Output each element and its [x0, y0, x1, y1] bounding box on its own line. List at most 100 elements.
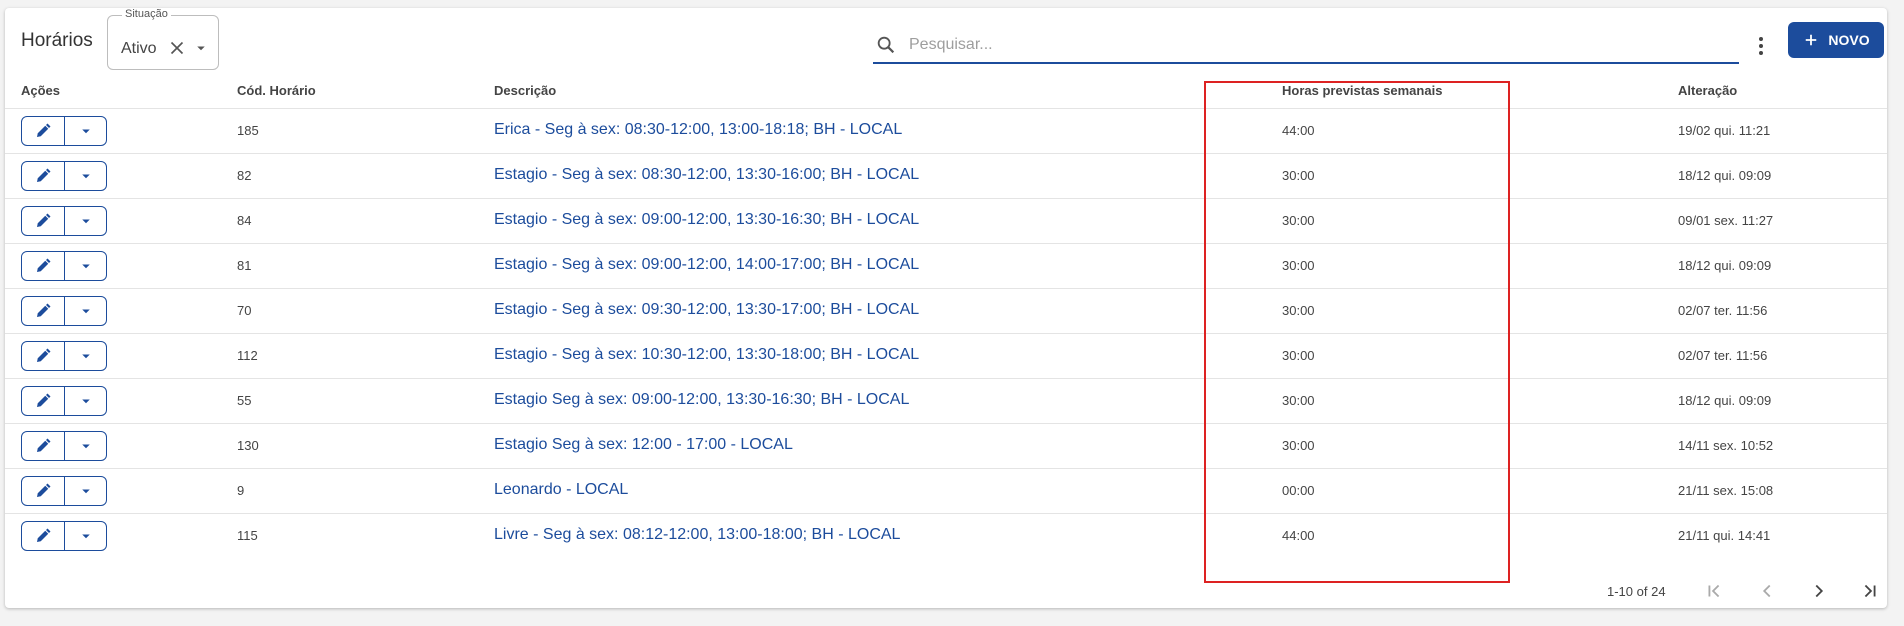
search-bar [873, 26, 1739, 64]
row-menu-button[interactable] [65, 387, 106, 415]
row-menu-button[interactable] [65, 432, 106, 460]
row-code: 9 [237, 483, 245, 498]
row-description-link[interactable]: Erica - Seg à sex: 08:30-12:00, 13:00-18… [494, 121, 902, 139]
highlight-box [1204, 81, 1510, 583]
chevron-down-icon [81, 354, 90, 359]
column-header-acoes: Ações [21, 83, 61, 98]
row-actions [21, 476, 107, 506]
row-description-link[interactable]: Estagio Seg à sex: 09:00-12:00, 13:30-16… [494, 391, 909, 409]
row-actions [21, 251, 107, 281]
next-page-icon[interactable] [1806, 578, 1832, 604]
table-row: 130 Estagio Seg à sex: 12:00 - 17:00 - LO… [5, 423, 1887, 468]
row-description-link[interactable]: Leonardo - LOCAL [494, 481, 628, 499]
row-code: 55 [237, 393, 252, 408]
row-menu-button[interactable] [65, 342, 106, 370]
chevron-down-icon [81, 129, 90, 134]
row-code: 81 [237, 258, 252, 273]
first-page-icon[interactable] [1701, 578, 1727, 604]
row-code: 112 [237, 348, 258, 363]
row-actions [21, 386, 107, 416]
row-menu-button[interactable] [65, 162, 106, 190]
pencil-icon [37, 213, 51, 227]
pencil-icon [37, 123, 51, 137]
more-options-icon[interactable] [1749, 28, 1773, 64]
row-changed: 09/01 sex. 11:27 [1678, 213, 1774, 228]
previous-page-icon[interactable] [1754, 578, 1780, 604]
plus-icon [1806, 34, 1817, 46]
pencil-icon [37, 483, 51, 497]
row-changed: 18/12 qui. 09:09 [1678, 258, 1772, 273]
row-code: 82 [237, 168, 252, 183]
table-row: 84 Estagio - Seg à sex: 09:00-12:00, 13:3… [5, 198, 1887, 243]
row-changed: 21/11 qui. 14:41 [1678, 528, 1771, 543]
column-header-codigo[interactable]: Cód. Horário [237, 83, 316, 98]
row-description-link[interactable]: Estagio - Seg à sex: 10:30-12:00, 13:30-… [494, 346, 919, 364]
column-header-descricao[interactable]: Descrição [494, 83, 556, 98]
row-changed: 18/12 qui. 09:09 [1678, 168, 1772, 183]
new-button-label: NOVO [1828, 32, 1870, 48]
search-input[interactable] [909, 32, 1709, 58]
row-description-link[interactable]: Livre - Seg à sex: 08:12-12:00, 13:00-18… [494, 526, 900, 544]
table-row: 81 Estagio - Seg à sex: 09:00-12:00, 14:0… [5, 243, 1887, 288]
chevron-down-icon [81, 309, 90, 314]
search-icon [875, 34, 897, 56]
chevron-down-icon [81, 444, 90, 449]
pencil-icon [37, 168, 51, 182]
row-changed: 19/02 qui. 11:21 [1678, 123, 1771, 138]
horarios-card: Horários Situação Ativo NOVO Ações Cód. … [5, 8, 1887, 608]
last-page-icon[interactable] [1857, 578, 1883, 604]
row-changed: 18/12 qui. 09:09 [1678, 393, 1772, 408]
chevron-down-icon [81, 399, 90, 404]
row-code: 185 [237, 123, 259, 138]
row-menu-button[interactable] [65, 477, 106, 505]
edit-button[interactable] [22, 297, 65, 325]
row-actions [21, 296, 107, 326]
table-row: 115 Livre - Seg à sex: 08:12-12:00, 13:00… [5, 513, 1887, 558]
row-actions [21, 161, 107, 191]
row-menu-button[interactable] [65, 207, 106, 235]
edit-button[interactable] [22, 162, 65, 190]
pencil-icon [37, 438, 51, 452]
chevron-down-icon [81, 489, 90, 494]
row-code: 70 [237, 303, 252, 318]
row-menu-button[interactable] [65, 297, 106, 325]
row-description-link[interactable]: Estagio Seg à sex: 12:00 - 17:00 - LOCAL [494, 436, 793, 454]
chevron-down-icon [81, 174, 90, 179]
edit-button[interactable] [22, 342, 65, 370]
row-actions [21, 206, 107, 236]
row-changed: 02/07 ter. 11:56 [1678, 303, 1768, 318]
row-description-link[interactable]: Estagio - Seg à sex: 08:30-12:00, 13:30-… [494, 166, 919, 184]
filter-legend: Situação [122, 8, 171, 20]
edit-button[interactable] [22, 522, 65, 550]
chevron-down-icon[interactable] [192, 39, 210, 57]
row-menu-button[interactable] [65, 117, 106, 145]
pencil-icon [37, 528, 51, 542]
chevron-down-icon [81, 264, 90, 269]
pagination-range: 1-10 of 24 [1607, 584, 1666, 599]
table-row: 9 Leonardo - LOCAL 00:00 21/11 sex. 15:08 [5, 468, 1887, 513]
row-description-link[interactable]: Estagio - Seg à sex: 09:30-12:00, 13:30-… [494, 301, 919, 319]
row-description-link[interactable]: Estagio - Seg à sex: 09:00-12:00, 13:30-… [494, 211, 919, 229]
edit-button[interactable] [22, 117, 65, 145]
chevron-down-icon [81, 219, 90, 224]
row-actions [21, 341, 107, 371]
pencil-icon [37, 348, 51, 362]
close-icon[interactable] [166, 37, 188, 59]
edit-button[interactable] [22, 477, 65, 505]
row-code: 115 [237, 528, 258, 543]
row-changed: 02/07 ter. 11:56 [1678, 348, 1768, 363]
page-title: Horários [21, 30, 93, 51]
edit-button[interactable] [22, 207, 65, 235]
row-actions [21, 431, 107, 461]
edit-button[interactable] [22, 387, 65, 415]
chevron-down-icon [81, 534, 90, 539]
new-button[interactable]: NOVO [1788, 22, 1884, 58]
row-menu-button[interactable] [65, 252, 106, 280]
row-menu-button[interactable] [65, 522, 106, 550]
edit-button[interactable] [22, 252, 65, 280]
row-actions [21, 521, 107, 551]
row-description-link[interactable]: Estagio - Seg à sex: 09:00-12:00, 14:00-… [494, 256, 919, 274]
column-header-alteracao[interactable]: Alteração [1678, 83, 1737, 98]
edit-button[interactable] [22, 432, 65, 460]
situacao-filter[interactable]: Situação Ativo [107, 8, 219, 70]
